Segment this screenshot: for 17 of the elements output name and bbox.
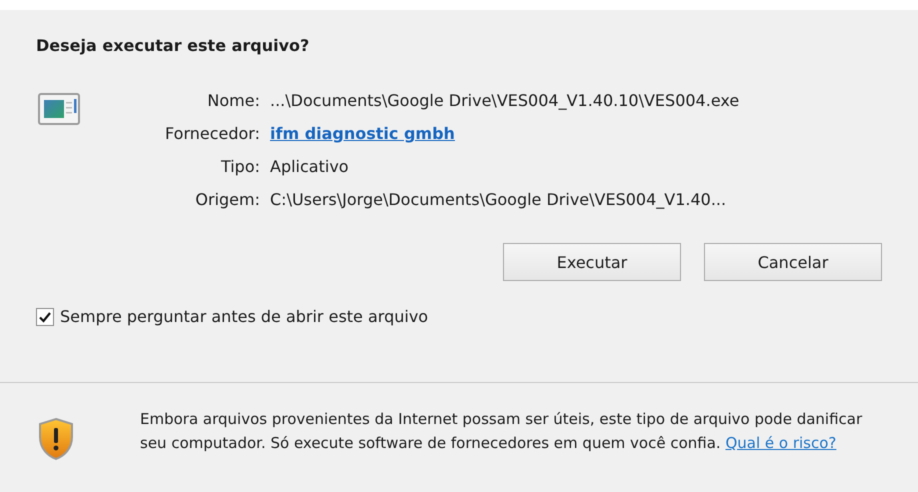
checkbox-label: Sempre perguntar antes de abrir este arquivo — [60, 307, 428, 326]
warning-text: Embora arquivos provenientes da Internet possam ser úteis, este tipo de arquivo pode danificar seu computador. Só execute software de fornecedores em quem você confia. Qual é o risco? — [140, 409, 864, 454]
field-label: Tipo: — [220, 157, 260, 176]
field-label: Origem: — [194, 190, 260, 209]
field-value: Aplicativo — [270, 157, 350, 176]
run-button[interactable]: Executar — [503, 243, 681, 281]
publisher-link[interactable]: ifm diagnostic gmbh — [270, 124, 740, 143]
warning-shield-icon — [38, 417, 74, 461]
field-label: Nome: — [206, 91, 260, 110]
field-label: Fornecedor: — [164, 124, 260, 143]
dialog-title: Deseja executar este arquivo? — [36, 36, 310, 55]
checkbox[interactable] — [36, 308, 54, 326]
application-icon — [38, 93, 80, 125]
cancel-button[interactable]: Cancelar — [704, 243, 882, 281]
field-value: C:\Users\Jorge\Documents\Google Drive\VES004_V1.40... — [270, 190, 728, 209]
risk-link[interactable]: Qual é o risco? — [725, 434, 836, 452]
field-value: ...\Documents\Google Drive\VES004_V1.40.10\VES004.exe — [270, 91, 740, 110]
